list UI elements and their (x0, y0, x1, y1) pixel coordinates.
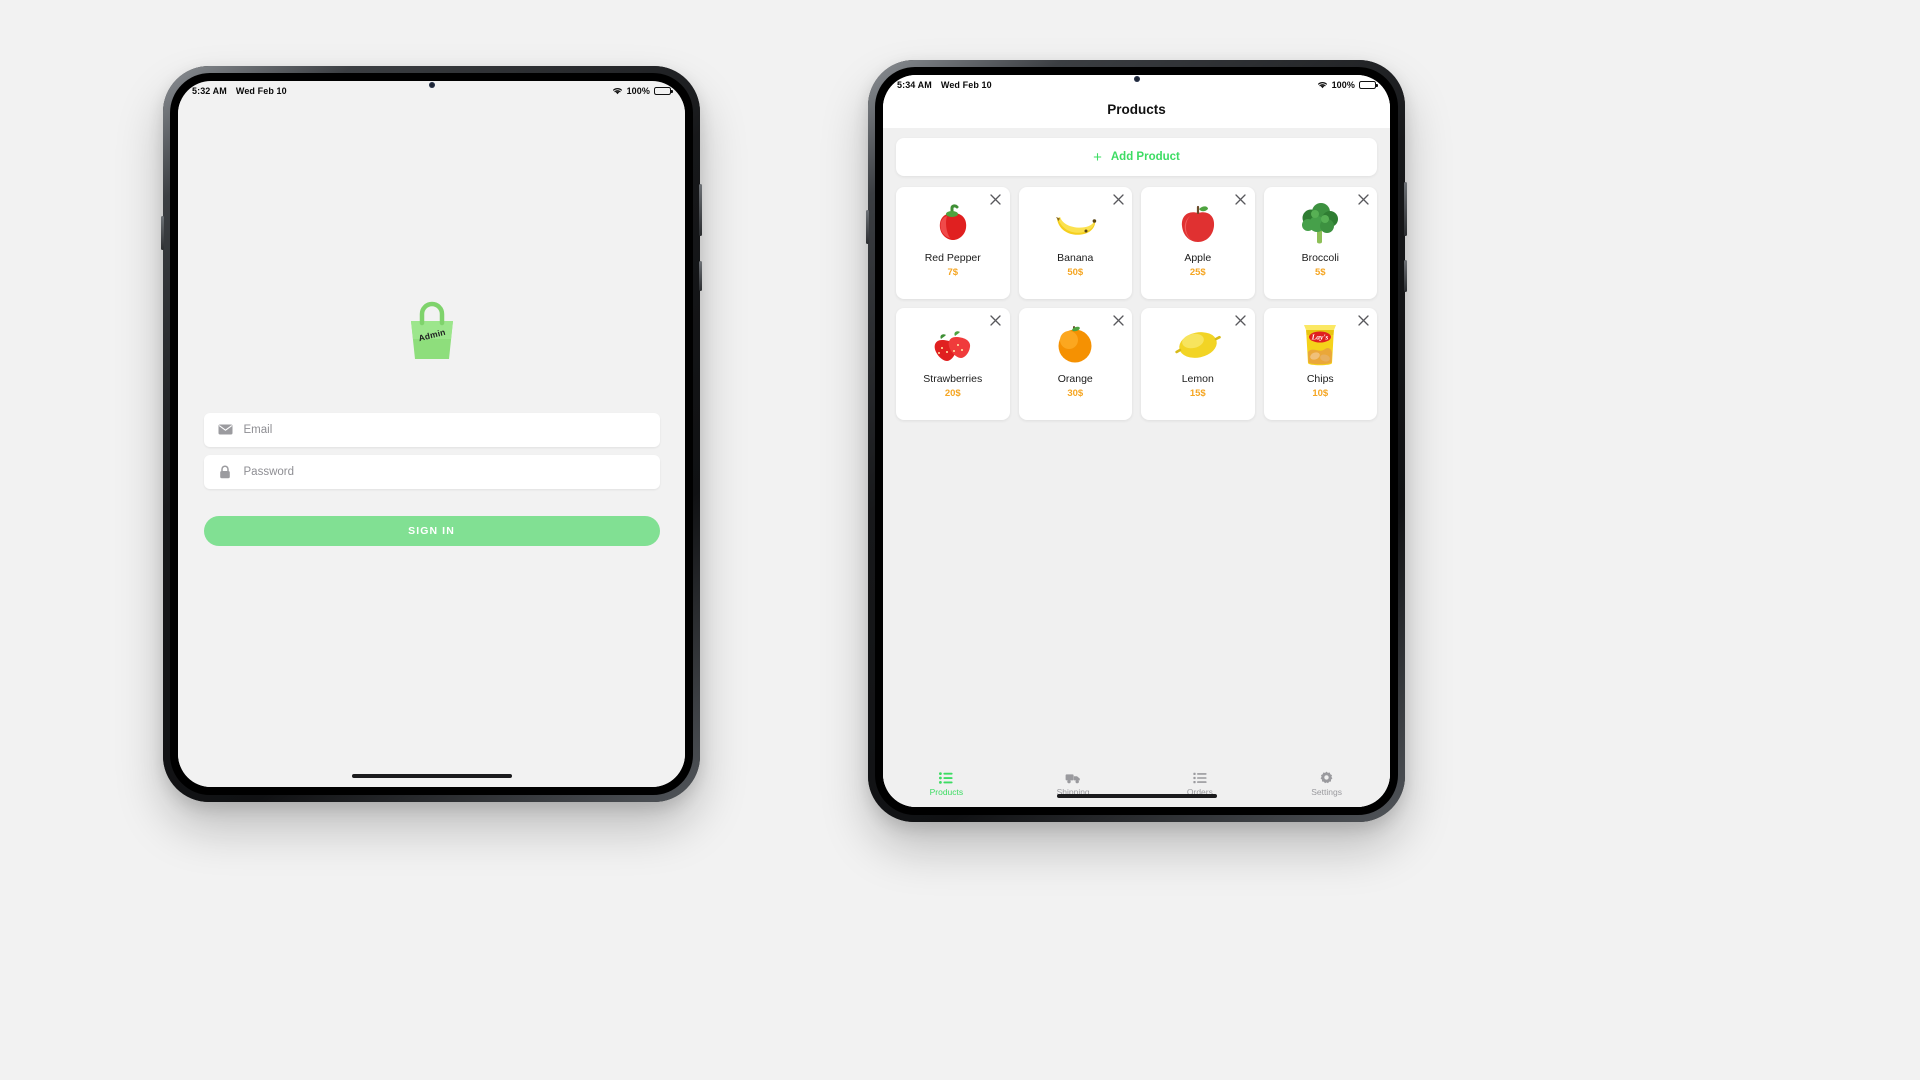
product-name: Lemon (1181, 373, 1214, 385)
password-field[interactable]: Password (203, 454, 660, 489)
tab-label: Settings (1311, 787, 1342, 797)
product-name: Broccoli (1301, 252, 1339, 264)
chips-bag-icon: Lay's (1294, 322, 1346, 368)
tablet-device-right: 5:34 AM Wed Feb 10 100% Products + Add P… (866, 60, 1407, 822)
close-icon[interactable] (989, 313, 1003, 327)
close-icon[interactable] (1356, 313, 1370, 327)
tab-products[interactable]: Products (883, 771, 1010, 797)
battery-full-icon (1359, 81, 1378, 89)
bottom-tab-bar: Products Shipping Orders Settings (883, 767, 1390, 807)
orders-icon (1193, 771, 1207, 784)
email-placeholder: Email (243, 423, 273, 436)
product-name: Strawberries (923, 373, 983, 385)
gear-icon (1320, 771, 1333, 784)
home-indicator[interactable] (351, 774, 512, 778)
tablet-device-left: 5:32 AM Wed Feb 10 100% Admin Email Pass… (161, 66, 702, 802)
wifi-icon (1317, 81, 1328, 89)
status-time: 5:34 AM (897, 80, 932, 90)
add-product-button[interactable]: + Add Product (896, 138, 1377, 176)
sign-in-button[interactable]: SIGN IN (203, 515, 660, 546)
close-icon[interactable] (1234, 313, 1248, 327)
product-price: 10$ (1312, 388, 1329, 399)
apple-icon (1172, 201, 1224, 247)
status-date: Wed Feb 10 (940, 80, 992, 90)
lemon-icon (1172, 322, 1224, 368)
add-product-label: Add Product (1110, 151, 1180, 163)
svg-text:Lay's: Lay's (1311, 333, 1329, 342)
product-card[interactable]: Broccoli 5$ (1263, 187, 1377, 299)
page-title: Products (1107, 102, 1166, 117)
product-card[interactable]: Banana 50$ (1018, 187, 1132, 299)
product-price: 5$ (1314, 267, 1326, 278)
front-camera-icon (428, 82, 435, 88)
strawberries-icon (927, 322, 979, 368)
lock-icon (218, 464, 233, 479)
login-screen: Admin Email Password SIGN IN (178, 101, 685, 787)
product-card[interactable]: Apple 25$ (1141, 187, 1255, 299)
product-name: Red Pepper (924, 252, 981, 264)
product-card[interactable]: Lay's Chips 10$ (1263, 308, 1377, 420)
products-screen: Products + Add Product Red Pepper 7$ Ban… (883, 95, 1390, 807)
battery-percent-label: 100% (1331, 80, 1355, 90)
red-pepper-icon (927, 201, 979, 247)
broccoli-icon (1294, 201, 1346, 247)
banana-icon (1049, 201, 1101, 247)
product-name: Banana (1057, 252, 1094, 264)
tab-settings[interactable]: Settings (1263, 771, 1390, 797)
product-price: 25$ (1189, 267, 1206, 278)
product-card[interactable]: Strawberries 20$ (896, 308, 1010, 420)
close-icon[interactable] (1111, 313, 1125, 327)
shopping-bag-logo-icon: Admin (399, 299, 465, 365)
product-price: 50$ (1067, 267, 1084, 278)
product-price: 30$ (1067, 388, 1084, 399)
power-button-left[interactable] (699, 184, 702, 236)
power-button-right[interactable] (1404, 182, 1407, 236)
volume-button-right[interactable] (866, 210, 869, 244)
home-indicator[interactable] (1056, 794, 1217, 798)
orange-icon (1049, 322, 1101, 368)
products-body: + Add Product Red Pepper 7$ Banana 50$ A… (883, 128, 1390, 767)
plus-icon: + (1093, 148, 1102, 166)
product-name: Chips (1306, 373, 1334, 385)
screen-left: 5:32 AM Wed Feb 10 100% Admin Email Pass… (178, 81, 685, 787)
envelope-icon (218, 422, 233, 437)
product-price: 20$ (944, 388, 961, 399)
product-card[interactable]: Lemon 15$ (1141, 308, 1255, 420)
list-icon (939, 771, 953, 784)
screenshot-canvas: 5:32 AM Wed Feb 10 100% Admin Email Pass… (0, 0, 1920, 1080)
product-card[interactable]: Orange 30$ (1018, 308, 1132, 420)
tab-label: Products (929, 787, 964, 797)
close-icon[interactable] (1111, 192, 1125, 206)
product-name: Apple (1184, 252, 1212, 264)
product-grid: Red Pepper 7$ Banana 50$ Apple 25$ Brocc… (896, 187, 1377, 420)
product-price: 7$ (947, 267, 959, 278)
close-icon[interactable] (1356, 192, 1370, 206)
volume-button-left[interactable] (161, 216, 164, 250)
close-icon[interactable] (989, 192, 1003, 206)
close-icon[interactable] (1234, 192, 1248, 206)
product-price: 15$ (1189, 388, 1206, 399)
front-camera-icon (1133, 76, 1140, 82)
product-card[interactable]: Red Pepper 7$ (896, 187, 1010, 299)
secondary-button-right[interactable] (1404, 260, 1407, 292)
navigation-header: Products (883, 95, 1390, 128)
secondary-button-left[interactable] (699, 261, 702, 291)
truck-icon (1065, 771, 1081, 784)
screen-right: 5:34 AM Wed Feb 10 100% Products + Add P… (883, 75, 1390, 807)
email-field[interactable]: Email (203, 412, 660, 447)
product-name: Orange (1057, 373, 1093, 385)
password-placeholder: Password (243, 465, 295, 478)
